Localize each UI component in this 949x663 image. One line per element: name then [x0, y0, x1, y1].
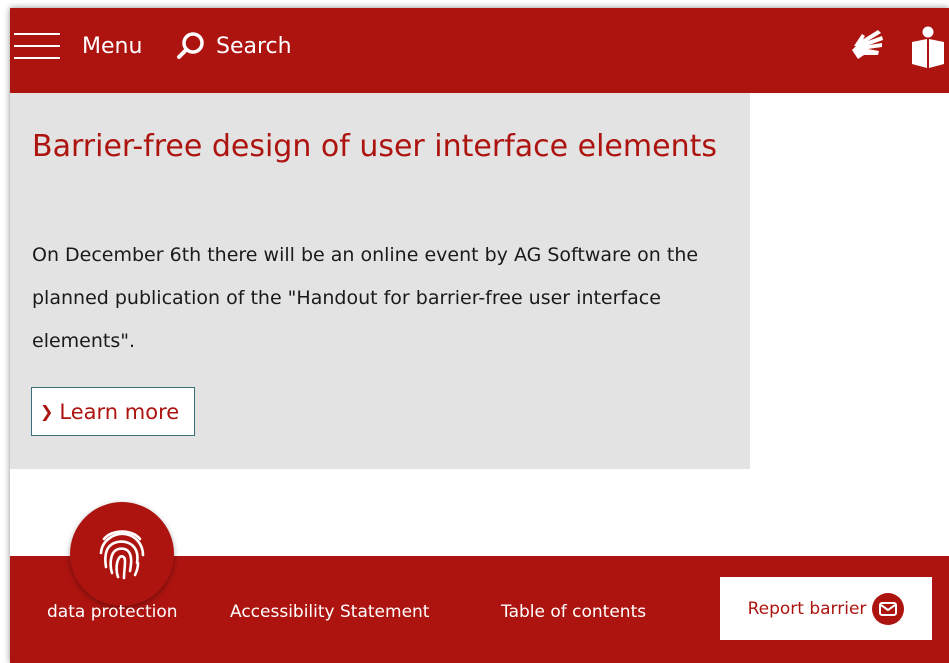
learn-more-label: Learn more — [59, 399, 180, 424]
sign-language-icon — [852, 30, 883, 59]
chevron-right-icon: ❯ — [40, 402, 54, 421]
page-frame: Menu Search Barrier-free design of user — [10, 8, 949, 663]
news-teaser: Barrier-free design of user interface el… — [10, 93, 750, 469]
teaser-text: On December 6th there will be an online … — [32, 244, 699, 352]
footer-link-data-protection[interactable]: data protection — [47, 602, 178, 622]
learn-more-button[interactable]: ❯ Learn more — [31, 387, 196, 436]
easy-read-book-icon — [912, 26, 944, 68]
menu-label: Menu — [82, 33, 143, 59]
report-barrier-button[interactable]: Report barrier — [720, 577, 932, 640]
fingerprint-icon — [99, 530, 145, 580]
footer-link-accessibility-statement[interactable]: Accessibility Statement — [230, 602, 429, 622]
mail-icon — [872, 592, 905, 625]
report-barrier-label: Report barrier — [747, 598, 867, 619]
teaser-title: Barrier-free design of user interface el… — [32, 129, 717, 164]
footer-link-table-of-contents[interactable]: Table of contents — [501, 602, 646, 622]
menu-button[interactable]: Menu — [10, 22, 142, 70]
search-label: Search — [216, 33, 292, 59]
easy-read-button[interactable] — [910, 26, 946, 74]
search-button[interactable]: Search — [176, 22, 292, 70]
sign-language-button[interactable] — [848, 26, 886, 66]
fingerprint-button[interactable] — [70, 502, 174, 606]
site-header: Menu Search — [10, 8, 949, 93]
search-icon — [177, 32, 204, 59]
hamburger-icon — [14, 31, 60, 61]
